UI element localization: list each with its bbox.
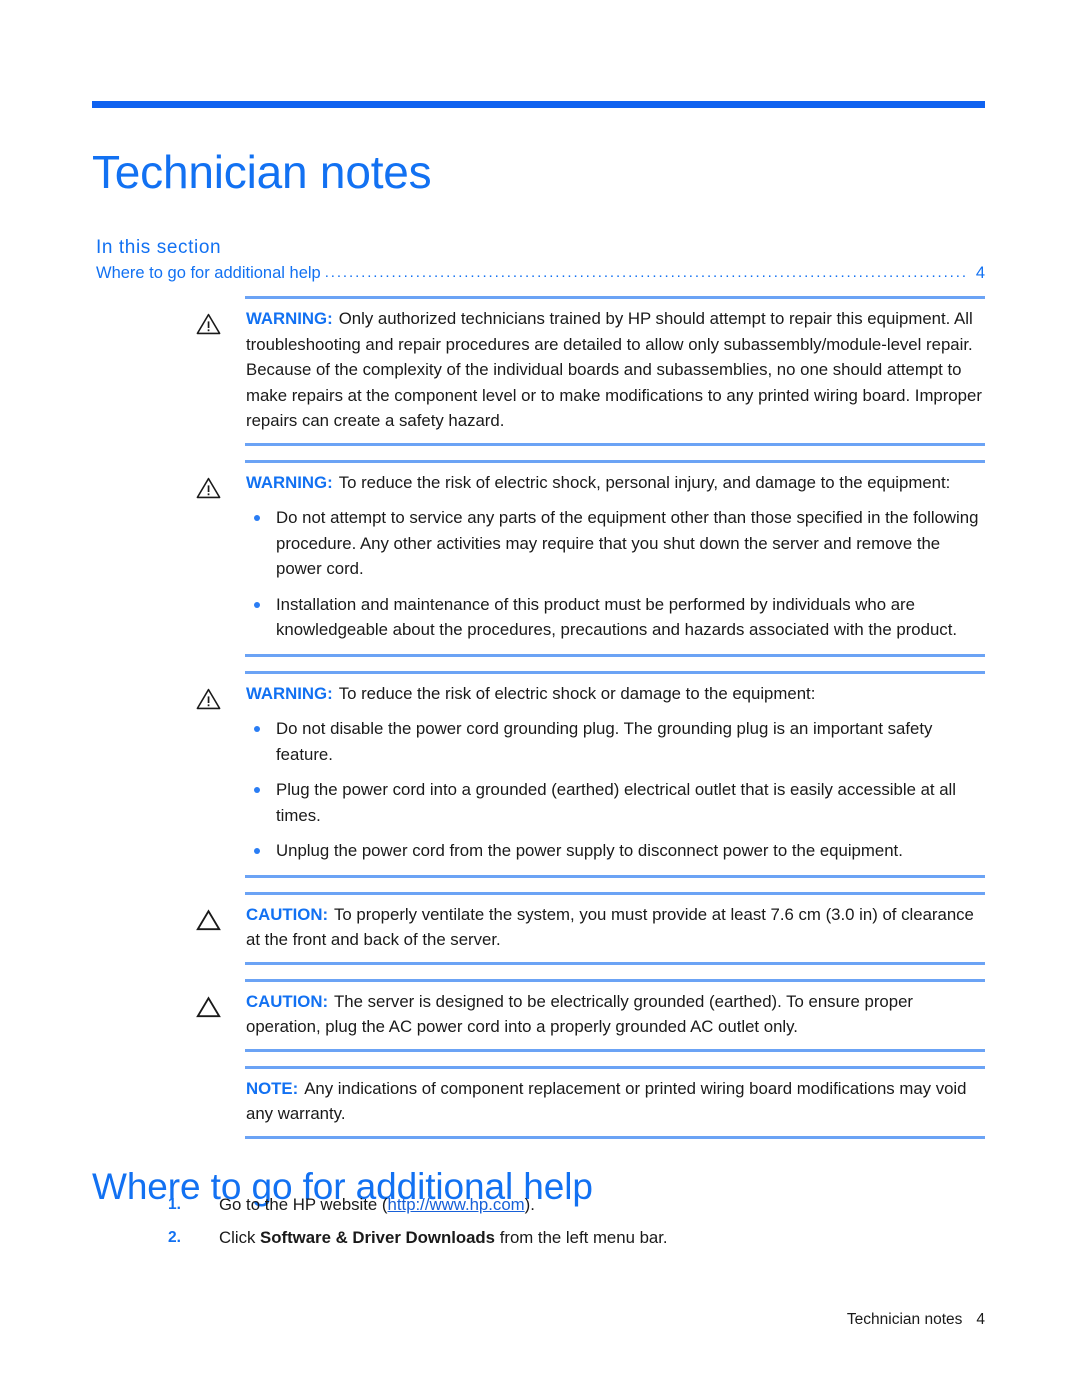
alert-bullet-list: Do not attempt to service any parts of t…: [246, 505, 985, 643]
alert-content: WARNING: Only authorized technicians trai…: [246, 306, 985, 434]
page-footer: Technician notes 4: [0, 1311, 985, 1329]
alert-bullet-text: Installation and maintenance of this pro…: [276, 594, 958, 640]
alert-bullet-item: Unplug the power cord from the power sup…: [246, 838, 985, 864]
caution-triangle-icon: [196, 989, 246, 1018]
alert-bullet-item: Plug the power cord into a grounded (ear…: [246, 777, 985, 828]
warning-triangle-icon: [196, 470, 246, 499]
list-item: 2. Click Software & Driver Downloads from…: [168, 1226, 968, 1250]
alert-bullet-text: Do not disable the power cord grounding …: [276, 719, 933, 764]
step-text-bold: Software & Driver Downloads: [260, 1228, 496, 1247]
hp-website-link[interactable]: http://www.hp.com: [388, 1195, 525, 1214]
alert-text: To reduce the risk of electric shock, pe…: [338, 472, 951, 492]
warning-triangle-icon: [196, 306, 246, 335]
step-number: 2.: [168, 1229, 181, 1246]
alert-bottom-rule: [245, 1135, 985, 1139]
alert-bullet-item: Installation and maintenance of this pro…: [246, 592, 985, 643]
alert-bullet-text: Plug the power cord into a grounded (ear…: [276, 780, 957, 825]
alert-content: WARNING: To reduce the risk of electric s…: [246, 681, 985, 866]
alert-caution-grounding: CAUTION: The server is designed to be ele…: [0, 978, 1080, 1052]
alert-warning-electric-shock-injury: WARNING: To reduce the risk of electric s…: [0, 459, 1080, 657]
list-item: 1. Go to the HP website (http://www.hp.co…: [168, 1193, 968, 1217]
toc-entry[interactable]: Where to go for additional help ........…: [96, 262, 985, 285]
step-text-suffix: from the left menu bar.: [495, 1228, 668, 1247]
alert-bullet-text: Do not attempt to service any parts of t…: [276, 508, 979, 578]
bullet-dot-icon: [254, 787, 260, 793]
toc-leader-dots: ........................................…: [324, 264, 968, 281]
footer-page-number: 4: [976, 1311, 985, 1328]
footer-chapter: Technician notes: [846, 1311, 963, 1328]
step-number: 1.: [168, 1196, 181, 1213]
caution-triangle-icon: [196, 902, 246, 931]
alert-label: NOTE:: [246, 1078, 299, 1098]
toc-entry-page: 4: [975, 264, 985, 282]
alert-bullet-text: Unplug the power cord from the power sup…: [276, 841, 903, 860]
alert-bullet-item: Do not disable the power cord grounding …: [246, 716, 985, 767]
alert-content: NOTE: Any indications of component replac…: [246, 1076, 985, 1127]
alert-text: Any indications of component replacement…: [246, 1078, 967, 1124]
alert-caution-ventilation: CAUTION: To properly ventilate the system…: [0, 891, 1080, 965]
alert-bottom-rule: [245, 653, 985, 657]
bullet-dot-icon: [254, 848, 260, 854]
alert-bullet-item: Do not attempt to service any parts of t…: [246, 505, 985, 582]
alert-label: CAUTION:: [246, 991, 329, 1011]
step-text-suffix: ).: [524, 1195, 535, 1214]
alert-label: WARNING:: [246, 472, 333, 492]
alert-note-warranty: NOTE: Any indications of component replac…: [0, 1065, 1080, 1139]
alert-text: Only authorized technicians trained by H…: [246, 309, 982, 430]
header-accent-rule: [92, 101, 985, 108]
bullet-dot-icon: [254, 726, 260, 732]
alert-text: To reduce the risk of electric shock or …: [338, 683, 816, 703]
alert-bottom-rule: [245, 442, 985, 446]
bullet-dot-icon: [254, 601, 260, 608]
alert-bottom-rule: [245, 961, 985, 965]
toc-entry-label: Where to go for additional help: [96, 264, 321, 282]
warning-triangle-icon: [196, 681, 246, 710]
alert-text: The server is designed to be electricall…: [246, 991, 913, 1037]
step-text-prefix: Go to the HP website (: [219, 1195, 388, 1214]
alert-bottom-rule: [245, 874, 985, 878]
help-steps-list: 1. Go to the HP website (http://www.hp.co…: [168, 1193, 968, 1259]
bullet-dot-icon: [254, 515, 260, 521]
in-this-section-heading: In this section: [96, 237, 222, 258]
alert-bullet-list: Do not disable the power cord grounding …: [246, 716, 985, 864]
alert-content: CAUTION: To properly ventilate the system…: [246, 902, 985, 953]
alert-content: WARNING: To reduce the risk of electric s…: [246, 470, 985, 645]
alert-text: To properly ventilate the system, you mu…: [246, 904, 974, 950]
page-title: Technician notes: [92, 145, 432, 198]
alert-bottom-rule: [245, 1048, 985, 1052]
alert-warning-electric-shock-damage: WARNING: To reduce the risk of electric s…: [0, 670, 1080, 878]
alert-block-list: WARNING: Only authorized technicians trai…: [0, 296, 1080, 1153]
alert-warning-authorized-technicians: WARNING: Only authorized technicians trai…: [0, 296, 1080, 446]
step-text-prefix: Click: [219, 1228, 261, 1247]
alert-label: CAUTION:: [246, 904, 329, 924]
document-page: Technician notes In this section Where t…: [0, 0, 1080, 1397]
alert-label: WARNING:: [246, 309, 333, 328]
alert-label: WARNING:: [246, 683, 333, 703]
alert-content: CAUTION: The server is designed to be ele…: [246, 989, 985, 1040]
